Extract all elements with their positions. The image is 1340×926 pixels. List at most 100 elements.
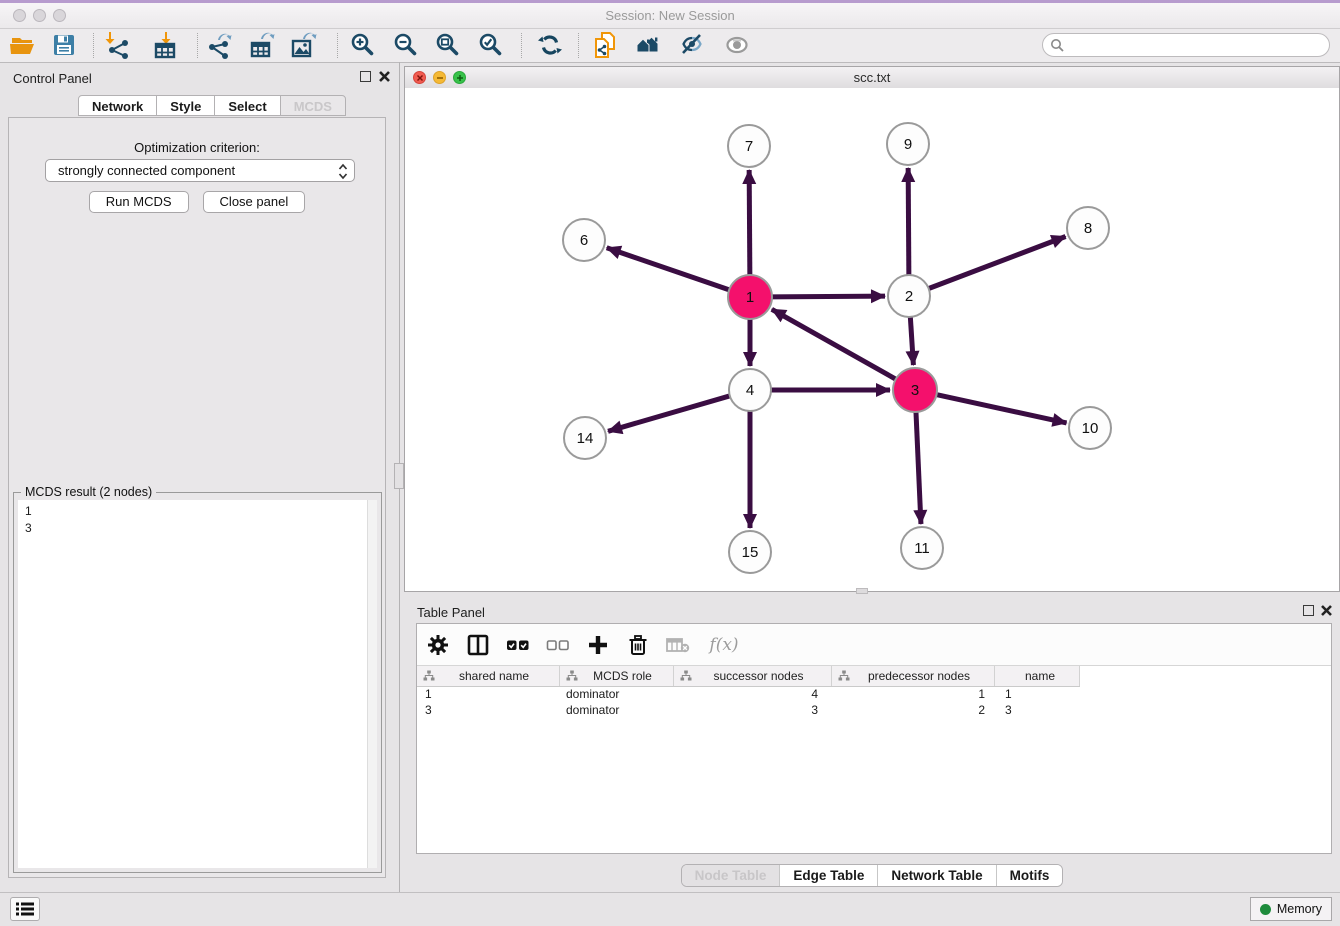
table-row[interactable]: 3 dominator 3 2 3 [417,702,1331,718]
table-row[interactable]: 1 dominator 4 1 1 [417,686,1331,702]
network-view-title: scc.txt [405,70,1339,85]
toggle-columns-icon[interactable] [465,632,491,658]
graph-node-label: 8 [1084,220,1092,237]
float-table-panel-icon[interactable] [1303,605,1314,616]
control-panel: Control Panel Network Style Select MCDS … [0,62,397,880]
close-panel-button[interactable]: Close panel [203,191,306,213]
toolbar-separator [521,33,522,58]
graph-edge[interactable] [927,237,1066,290]
open-session-icon[interactable] [8,31,36,59]
search-field[interactable] [1042,33,1330,57]
optimization-criterion-select[interactable]: strongly connected component [45,159,355,182]
delete-table-icon [665,632,691,658]
first-neighbors-icon[interactable] [635,31,663,59]
table-settings-icon[interactable] [425,632,451,658]
graph-node-label: 9 [904,136,912,153]
toolbar-separator [578,33,579,58]
tab-node-table[interactable]: Node Table [682,865,780,886]
export-table-icon[interactable] [248,31,276,59]
duplicate-network-icon[interactable] [592,31,620,59]
deselect-all-checkbox-icon[interactable] [545,632,571,658]
main-toolbar [0,29,1340,63]
control-panel-title: Control Panel [13,71,92,86]
zoom-out-icon[interactable] [392,31,420,59]
tab-network-table[interactable]: Network Table [877,865,995,886]
graph-node-label: 1 [746,289,754,306]
zoom-selected-icon[interactable] [477,31,505,59]
graph-edge[interactable] [608,395,732,431]
close-panel-icon[interactable] [378,70,391,83]
tab-mcds[interactable]: MCDS [280,95,346,116]
table-body: 1 dominator 4 1 1 3 dominator 3 2 3 [417,686,1331,718]
graph-edge[interactable] [770,296,885,297]
column-header-shared-name[interactable]: shared name [417,666,560,686]
tab-motifs[interactable]: Motifs [996,865,1063,886]
delete-row-icon[interactable] [625,632,651,658]
graph-node-label: 11 [914,540,930,557]
memory-button[interactable]: Memory [1250,897,1332,921]
graph-node-label: 10 [1082,420,1099,437]
zoom-in-icon[interactable] [349,31,377,59]
session-title: Session: New Session [0,8,1340,23]
apply-preferred-layout-icon[interactable] [536,31,564,59]
graph-node-label: 14 [577,430,594,447]
graph-node-label: 3 [911,382,919,399]
cell-name: 3 [995,702,1080,718]
toolbar-separator [197,33,198,58]
graph-edge[interactable] [607,248,731,291]
graph-edge[interactable] [772,309,898,380]
select-all-checkbox-icon[interactable] [505,632,531,658]
selected-option: strongly connected component [58,163,235,178]
zoom-fit-icon[interactable] [434,31,462,59]
tab-style[interactable]: Style [156,95,215,116]
level-of-detail-icon[interactable] [723,31,751,59]
column-type-icon [680,670,692,682]
panel-splitter-grip[interactable] [394,463,404,489]
network-canvas[interactable]: 7968124314101511 [405,88,1339,591]
column-type-icon [423,670,435,682]
graph-edge[interactable] [908,168,909,277]
close-table-panel-icon[interactable] [1320,604,1333,617]
run-mcds-button[interactable]: Run MCDS [89,191,189,213]
graph-edge[interactable] [910,315,913,365]
network-graph: 7968124314101511 [405,88,1339,591]
memory-status-icon [1260,904,1271,915]
mcds-result-item[interactable]: 3 [25,520,32,537]
control-panel-tabs: Network Style Select MCDS [78,95,346,116]
network-splitter-grip[interactable] [856,588,868,594]
search-icon [1050,38,1065,53]
float-panel-icon[interactable] [360,71,371,82]
tab-network[interactable]: Network [78,95,157,116]
tab-select[interactable]: Select [214,95,280,116]
table-toolbar: f(x) [417,624,1331,666]
mcds-result-item[interactable]: 1 [25,503,32,520]
export-image-icon[interactable] [290,31,318,59]
add-row-icon[interactable] [585,632,611,658]
mcds-result-legend: MCDS result (2 nodes) [21,485,156,499]
graph-node-label: 2 [905,288,913,305]
tab-edge-table[interactable]: Edge Table [779,865,877,886]
result-scrollbar[interactable] [367,500,377,868]
task-history-button[interactable] [10,897,40,921]
graph-edge[interactable] [749,170,750,277]
save-session-icon[interactable] [50,31,78,59]
search-input[interactable] [1067,36,1323,54]
table-panel-tabs: Node Table Edge Table Network Table Moti… [404,864,1340,887]
application-window: Session: New Session [0,0,1340,926]
cell-mcds-role: dominator [560,702,674,718]
column-header-predecessor-nodes[interactable]: predecessor nodes [832,666,995,686]
status-bar: Memory [0,892,1340,926]
mcds-result-list[interactable]: 1 3 [18,500,377,868]
dropdown-stepper-icon [338,162,348,181]
graph-edge[interactable] [916,410,921,524]
column-header-mcds-role[interactable]: MCDS role [560,666,674,686]
column-header-successor-nodes[interactable]: successor nodes [674,666,832,686]
import-network-icon[interactable] [104,31,132,59]
graph-edge[interactable] [935,394,1067,423]
hide-graphics-details-icon[interactable] [678,31,706,59]
network-window-titlebar[interactable]: scc.txt [405,67,1339,89]
export-network-icon[interactable] [206,31,234,59]
import-table-icon[interactable] [151,31,179,59]
column-header-name[interactable]: name [995,666,1080,686]
column-type-icon [566,670,578,682]
